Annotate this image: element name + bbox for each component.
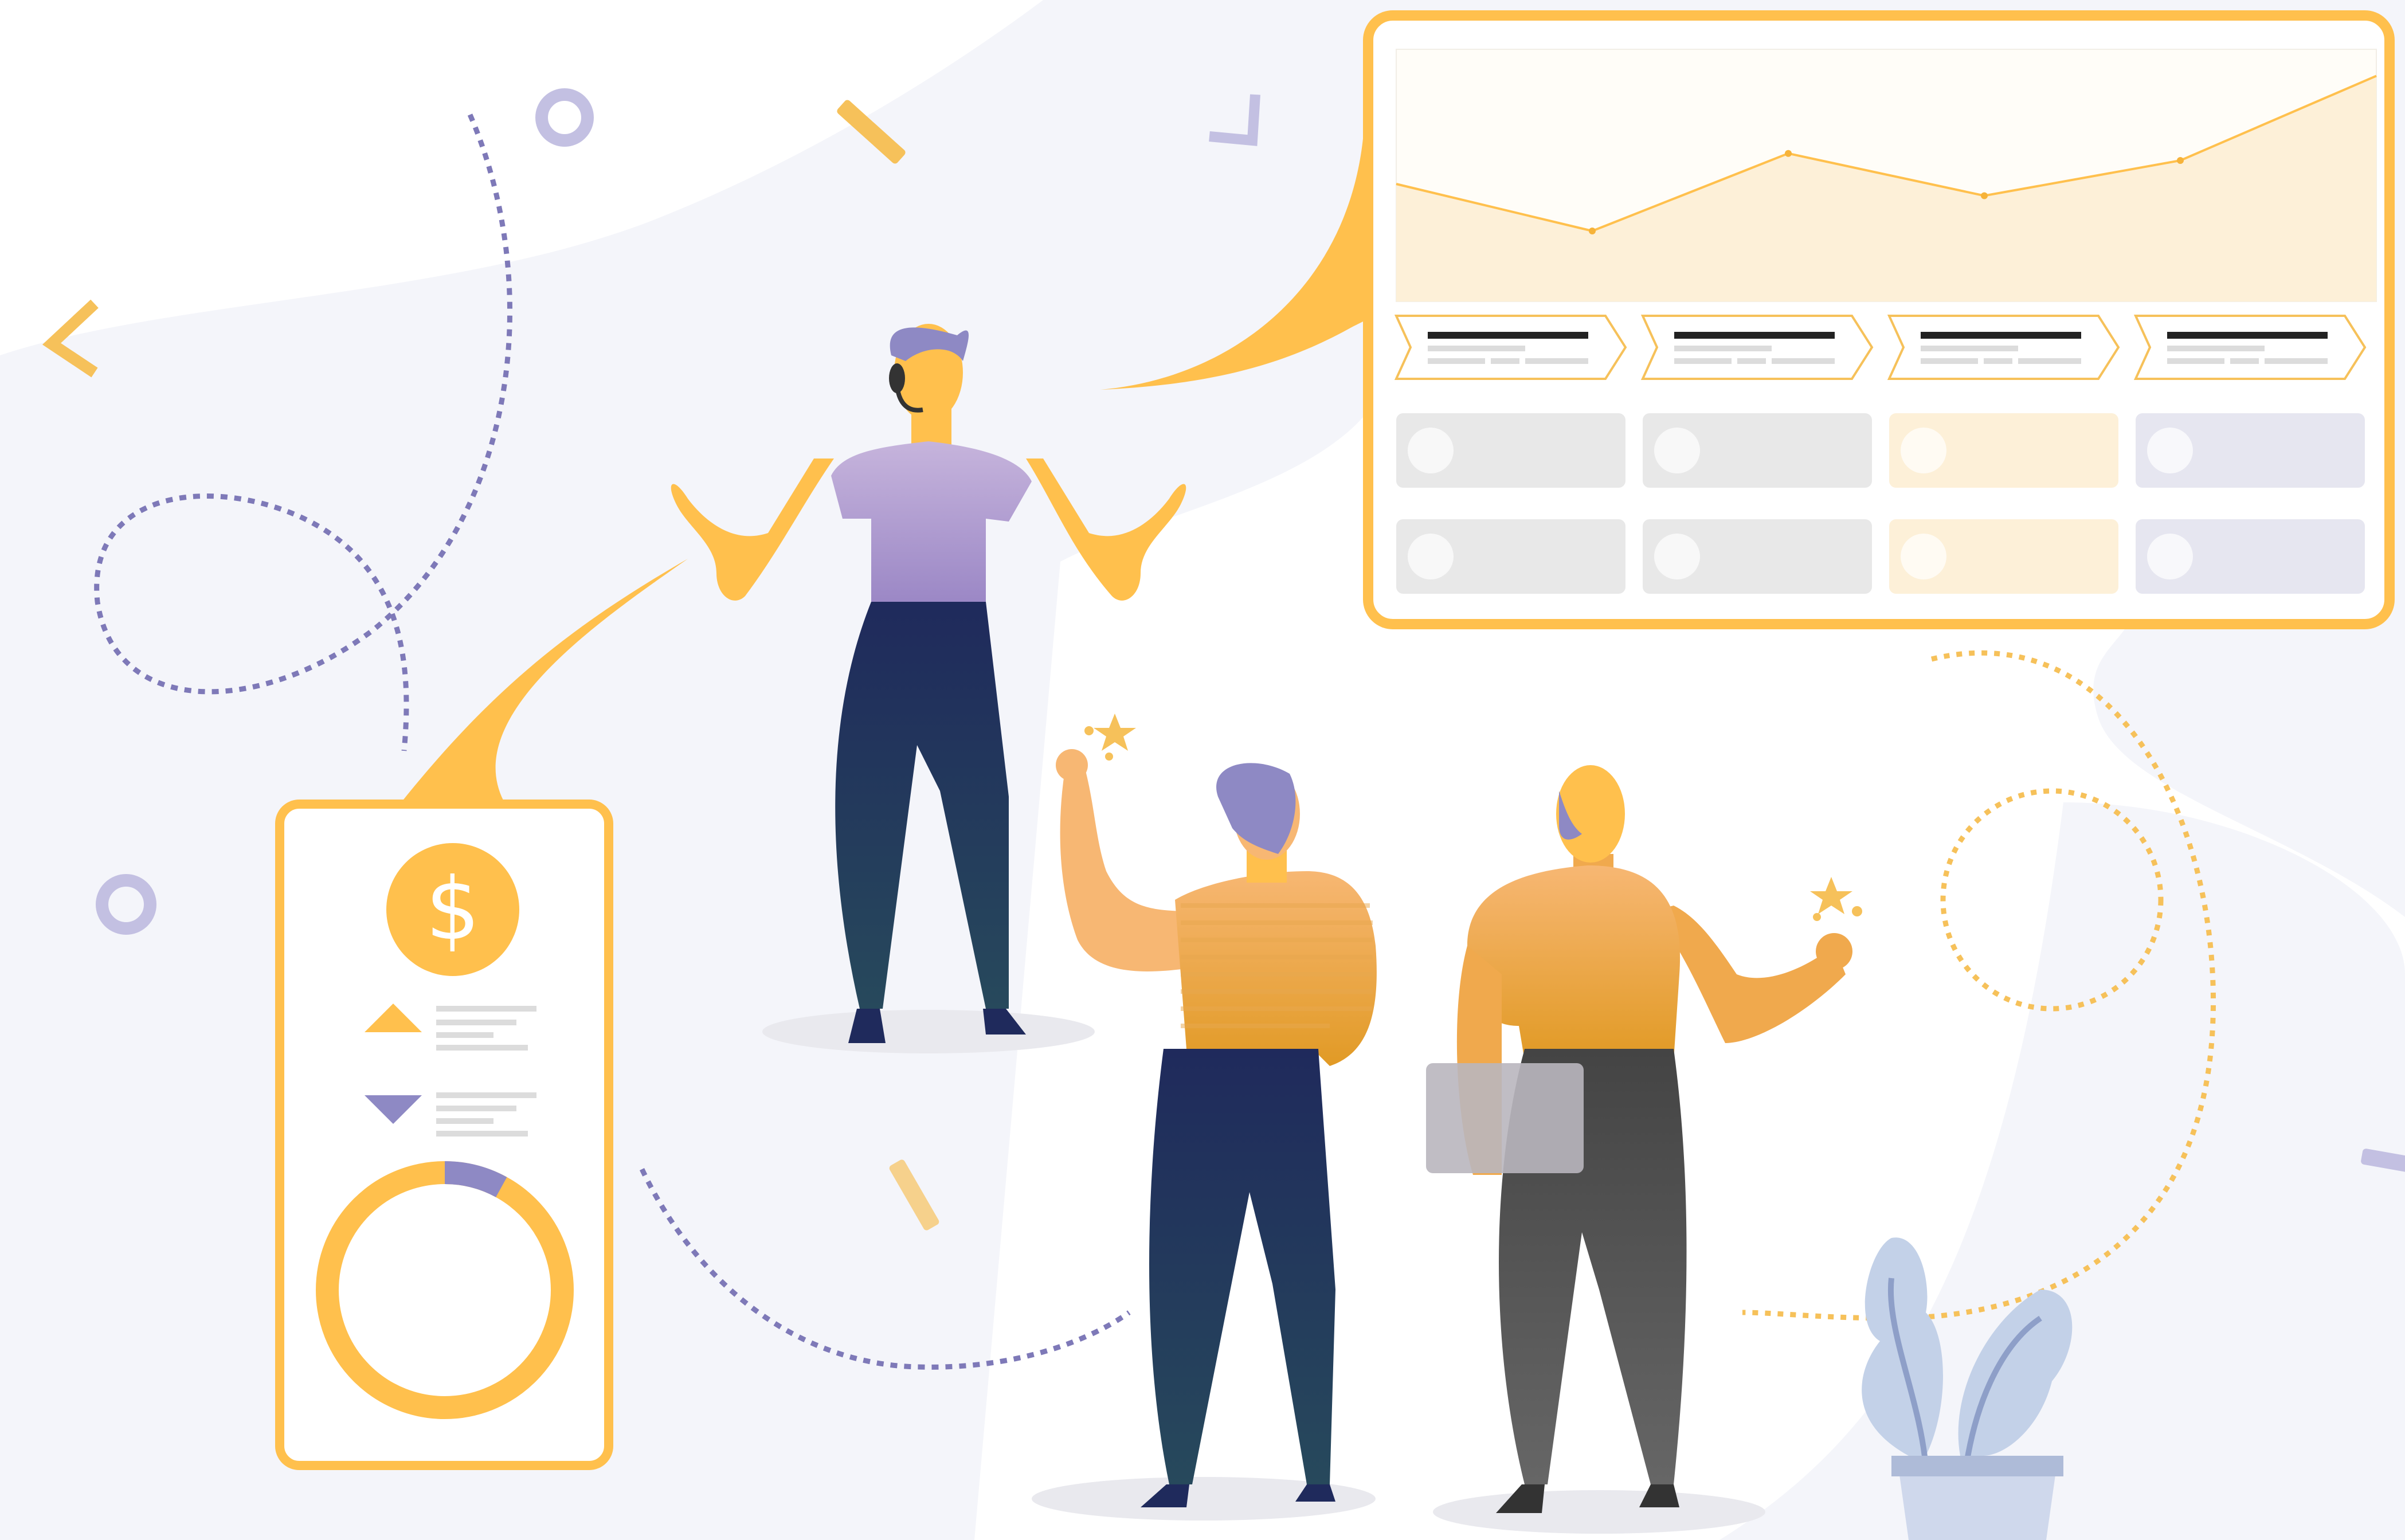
- step-card-line: [1428, 346, 1525, 351]
- step-card-line: [2167, 358, 2224, 364]
- list-line: [436, 1118, 493, 1124]
- area-chart-point: [1981, 192, 1988, 199]
- area-chart-point: [1785, 150, 1792, 157]
- step-card-line: [1674, 346, 1772, 351]
- dollar-coin-icon: $: [386, 843, 519, 976]
- dashboard-content: [1394, 49, 2377, 594]
- step-card-line: [1674, 358, 1732, 364]
- tile-avatar-icon: [1901, 534, 1946, 579]
- step-card-line: [2167, 346, 2265, 351]
- tile-avatar-icon: [2147, 428, 2193, 473]
- area-chart-point: [2177, 157, 2184, 164]
- list-line: [436, 1032, 493, 1038]
- tile-avatar-icon: [1408, 534, 1454, 579]
- sparkle-icon: [1084, 714, 1136, 761]
- step-card-line: [1772, 358, 1835, 364]
- step-card-line: [1491, 358, 1519, 364]
- laptop-icon: [1426, 1063, 1584, 1173]
- step-card-line: [1984, 358, 2012, 364]
- step-card-line: [1737, 358, 1766, 364]
- tile-avatar-icon: [1408, 428, 1454, 473]
- triangle-down-icon: [365, 1095, 422, 1124]
- list-line: [436, 1020, 516, 1025]
- step-card-line: [2018, 358, 2081, 364]
- tile-avatar-icon: [1654, 428, 1700, 473]
- phone-panel: $: [275, 800, 613, 1470]
- ring-decoration: [535, 88, 594, 147]
- step-card-line: [2167, 332, 2328, 339]
- tile-avatar-icon: [1901, 428, 1946, 473]
- step-card-line: [2230, 358, 2259, 364]
- list-line: [436, 1131, 528, 1137]
- step-card-line: [1674, 332, 1835, 339]
- tile-avatar-icon: [2147, 534, 2193, 579]
- sparkle-icon: [1810, 877, 1862, 921]
- step-card-line: [1428, 332, 1588, 339]
- tile-avatar-icon: [1654, 534, 1700, 579]
- step-card-line: [1428, 358, 1485, 364]
- shadow: [762, 1010, 1095, 1053]
- step-card-line: [1921, 346, 2018, 351]
- list-line: [436, 1092, 536, 1098]
- list-line: [436, 1006, 536, 1012]
- step-card-line: [1921, 332, 2081, 339]
- list-line: [436, 1045, 528, 1051]
- donut-slice: [444, 1161, 507, 1198]
- shadow: [1433, 1490, 1765, 1534]
- triangle-up-icon: [365, 1004, 422, 1032]
- step-card-line: [1525, 358, 1588, 364]
- person-striped-shirt: [1056, 749, 1377, 1507]
- list-line: [436, 1106, 516, 1111]
- person-with-laptop: [1426, 765, 1852, 1513]
- area-chart-point: [1589, 228, 1596, 234]
- donut-chart: [316, 1161, 574, 1419]
- step-card-line: [1921, 358, 1978, 364]
- step-card-line: [2265, 358, 2328, 364]
- dashboard-panel: [1363, 10, 2395, 629]
